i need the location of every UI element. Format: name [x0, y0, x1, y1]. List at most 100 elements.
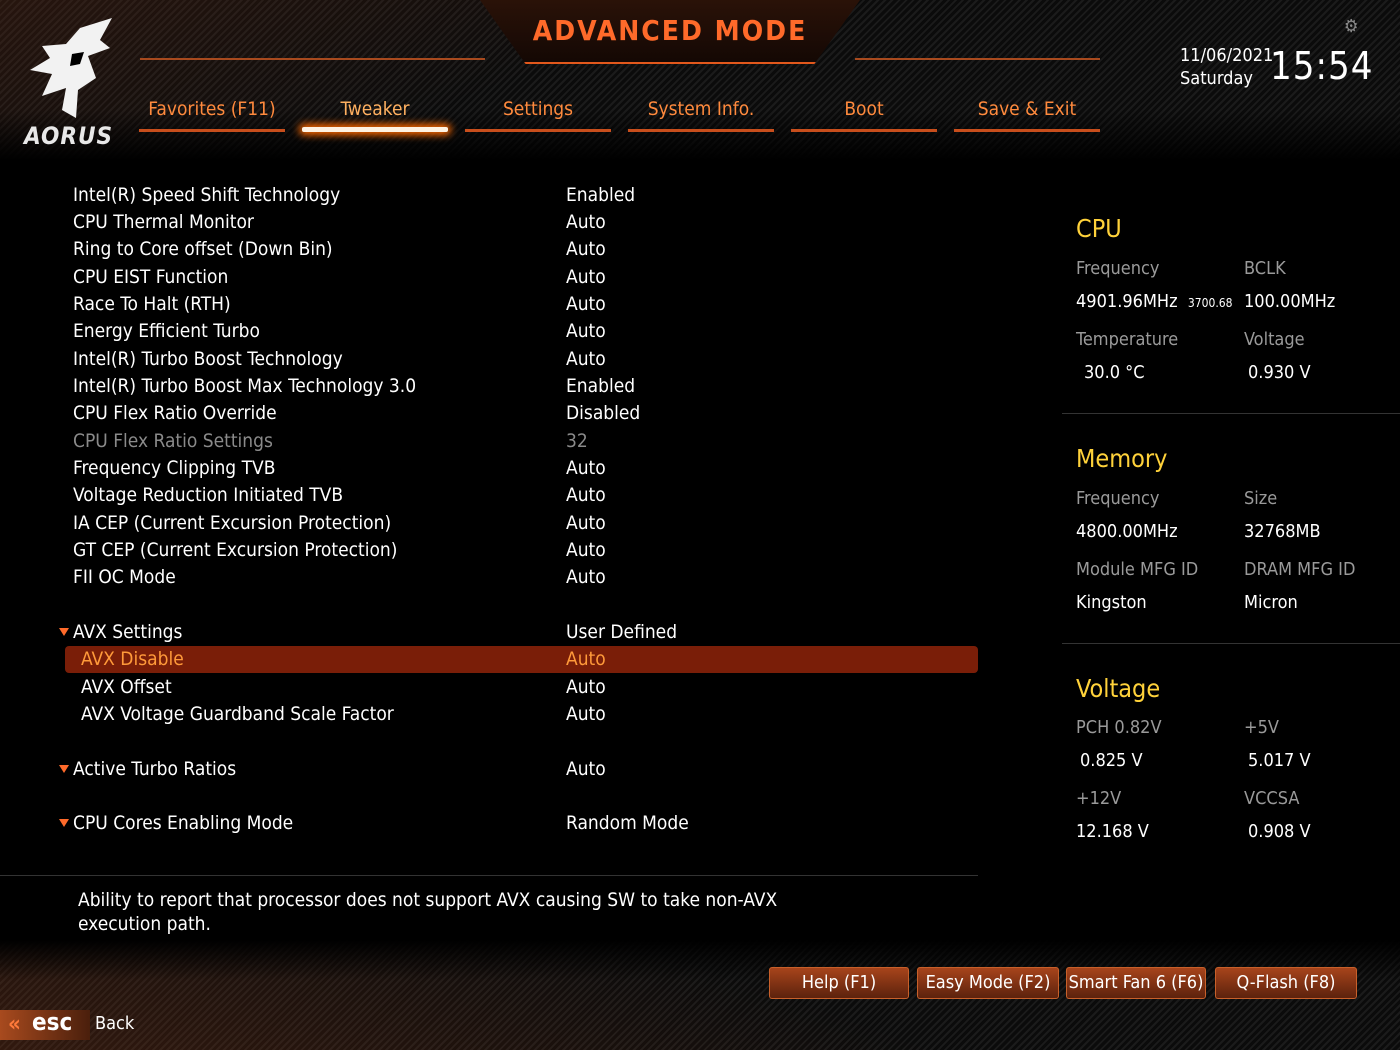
tab-boot[interactable]: Boot	[791, 96, 937, 132]
setting-row[interactable]: FII OC Mode Auto	[65, 564, 978, 591]
setting-value[interactable]: Auto	[566, 209, 606, 236]
setting-row[interactable]: Race To Halt (RTH) Auto	[65, 291, 978, 318]
setting-value[interactable]: Auto	[566, 510, 606, 537]
setting-row[interactable]: AVX Offset Auto	[65, 674, 978, 701]
p12v-value: 12.168 V	[1076, 821, 1149, 842]
tab-label: Tweaker	[340, 98, 410, 120]
memory-dram-label: DRAM MFG ID	[1244, 559, 1356, 580]
setting-value[interactable]: Auto	[566, 537, 606, 564]
tab-label: Favorites (F11)	[148, 98, 276, 120]
tab-tweaker[interactable]: Tweaker	[302, 96, 448, 132]
pch-label: PCH 0.82V	[1076, 717, 1162, 738]
setting-name: CPU Flex Ratio Override	[73, 402, 277, 424]
cpu-frequency-sub: 3700.68	[1187, 296, 1233, 310]
setting-row[interactable]: Intel(R) Turbo Boost Max Technology 3.0 E…	[65, 373, 978, 400]
setting-name: Ring to Core offset (Down Bin)	[73, 238, 333, 260]
setting-value[interactable]: Auto	[566, 564, 606, 591]
setting-row[interactable]: CPU Thermal Monitor Auto	[65, 209, 978, 236]
banner-line-right	[855, 58, 1100, 60]
cpu-frequency-label: Frequency	[1076, 258, 1160, 279]
date-text: 11/06/2021	[1180, 45, 1274, 66]
avx-settings-group[interactable]: AVX Settings User Defined	[59, 619, 978, 646]
setting-value[interactable]: Auto	[566, 236, 606, 263]
expand-arrow-icon[interactable]	[59, 628, 69, 636]
setting-row[interactable]: Intel(R) Turbo Boost Technology Auto	[65, 346, 978, 373]
setting-value[interactable]: Auto	[566, 674, 606, 701]
memory-frequency-value: 4800.00MHz	[1076, 521, 1178, 542]
help-description: Ability to report that processor does no…	[78, 889, 778, 935]
tab-label: Settings	[502, 98, 574, 120]
tab-settings[interactable]: Settings	[465, 96, 611, 132]
setting-row[interactable]: Intel(R) Speed Shift Technology Enabled	[65, 182, 978, 209]
setting-name: CPU Flex Ratio Settings	[73, 430, 273, 452]
setting-value[interactable]: Auto	[566, 756, 606, 783]
cpu-temperature-label: Temperature	[1076, 329, 1179, 350]
cpu-cores-enabling-group[interactable]: CPU Cores Enabling Mode Random Mode	[59, 810, 978, 837]
memory-dram-value: Micron	[1244, 592, 1298, 613]
setting-name: Intel(R) Turbo Boost Max Technology 3.0	[73, 375, 417, 397]
setting-value[interactable]: User Defined	[566, 619, 677, 646]
main-tabs: Favorites (F11) Tweaker Settings System …	[139, 96, 1101, 136]
setting-row[interactable]: Ring to Core offset (Down Bin) Auto	[65, 236, 978, 263]
expand-arrow-icon[interactable]	[59, 819, 69, 827]
setting-row[interactable]: GT CEP (Current Excursion Protection) Aut…	[65, 537, 978, 564]
memory-size-value: 32768MB	[1244, 521, 1321, 542]
tab-favorites[interactable]: Favorites (F11)	[139, 96, 285, 132]
setting-value[interactable]: Random Mode	[566, 810, 689, 837]
gear-icon[interactable]: ⚙	[1344, 18, 1362, 36]
setting-row[interactable]: Voltage Reduction Initiated TVB Auto	[65, 482, 978, 509]
cpu-temperature-value: 30.0 °C	[1084, 362, 1145, 383]
setting-value[interactable]: Enabled	[566, 373, 635, 400]
setting-value[interactable]: Auto	[566, 291, 606, 318]
active-turbo-ratios-group[interactable]: Active Turbo Ratios Auto	[59, 756, 978, 783]
voltage-info-panel: Voltage PCH 0.82V +5V 0.825 V 5.017 V +1…	[1062, 670, 1400, 870]
help-button[interactable]: Help (F1)	[769, 967, 909, 999]
setting-row[interactable]: Energy Efficient Turbo Auto	[65, 318, 978, 345]
cpu-voltage-label: Voltage	[1244, 329, 1305, 350]
setting-name: AVX Disable	[81, 648, 184, 670]
easy-mode-button[interactable]: Easy Mode (F2)	[917, 967, 1059, 999]
memory-module-value: Kingston	[1076, 592, 1147, 613]
setting-value[interactable]: Auto	[566, 646, 606, 673]
setting-row[interactable]: Frequency Clipping TVB Auto	[65, 455, 978, 482]
memory-info-panel: Memory Frequency Size 4800.00MHz 32768MB…	[1062, 440, 1400, 640]
setting-value[interactable]: Auto	[566, 264, 606, 291]
back-label[interactable]: Back	[95, 1013, 134, 1034]
setting-name: IA CEP (Current Excursion Protection)	[73, 512, 392, 534]
vccsa-value: 0.908 V	[1248, 821, 1311, 842]
expand-arrow-icon[interactable]	[59, 765, 69, 773]
tab-save-exit[interactable]: Save & Exit	[954, 96, 1100, 132]
setting-name: CPU EIST Function	[73, 266, 229, 288]
setting-row[interactable]: IA CEP (Current Excursion Protection) Aut…	[65, 510, 978, 537]
setting-name: Active Turbo Ratios	[73, 758, 237, 780]
smart-fan-button[interactable]: Smart Fan 6 (F6)	[1066, 967, 1206, 999]
setting-name: Race To Halt (RTH)	[73, 293, 231, 315]
setting-value[interactable]: Auto	[566, 455, 606, 482]
day-text: Saturday	[1180, 68, 1253, 89]
setting-row[interactable]: CPU EIST Function Auto	[65, 264, 978, 291]
tab-label: Boot	[844, 98, 884, 120]
memory-size-label: Size	[1244, 488, 1278, 509]
tab-system-info[interactable]: System Info.	[628, 96, 774, 132]
setting-value[interactable]: Disabled	[566, 400, 640, 427]
mode-title: ADVANCED MODE	[532, 14, 808, 47]
tab-underline	[465, 129, 611, 132]
setting-row[interactable]: AVX Voltage Guardband Scale Factor Auto	[65, 701, 978, 728]
tab-underline-active	[302, 127, 448, 132]
p5v-value: 5.017 V	[1248, 750, 1311, 771]
setting-name: CPU Thermal Monitor	[73, 211, 254, 233]
setting-name: Frequency Clipping TVB	[73, 457, 276, 479]
setting-row-selected[interactable]: AVX Disable Auto	[65, 646, 978, 673]
tab-label: System Info.	[647, 98, 755, 120]
p5v-label: +5V	[1244, 717, 1279, 738]
cpu-bclk-label: BCLK	[1244, 258, 1286, 279]
q-flash-button[interactable]: Q-Flash (F8)	[1215, 967, 1357, 999]
setting-value[interactable]: Auto	[566, 318, 606, 345]
setting-value[interactable]: Enabled	[566, 182, 635, 209]
setting-value[interactable]: Auto	[566, 346, 606, 373]
cpu-frequency-text: 4901.96MHz	[1076, 291, 1178, 312]
setting-row[interactable]: CPU Flex Ratio Override Disabled	[65, 400, 978, 427]
setting-value[interactable]: Auto	[566, 482, 606, 509]
time-display: 15:54	[1270, 44, 1374, 88]
setting-value[interactable]: Auto	[566, 701, 606, 728]
